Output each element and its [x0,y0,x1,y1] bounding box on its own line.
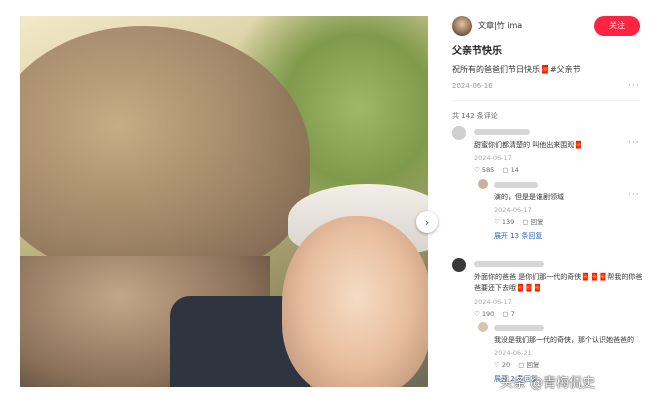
comment-text: 甜蜜你们都清楚的 叫他出来围观🧧 [474,141,583,149]
reply-stats: ♡ 20 ▢ 回复 [494,360,540,371]
comment-likes: 190 [481,310,495,318]
post-detail-panel: 文章|竹 ima 关注 父亲节快乐 祝所有的爸爸们节日快乐🧧#父亲节 2024-… [446,8,646,398]
reply-username[interactable] [494,325,544,331]
reply-avatar[interactable] [478,322,488,332]
post-body: 祝所有的爸爸们节日快乐🧧#父亲节 [452,65,581,74]
post-date: 2024-06-16 [452,82,493,90]
reply-date: 2024-06-21 [494,349,532,357]
reply-likes: 20 [501,361,511,369]
reply-avatar[interactable] [478,179,488,189]
reply-action[interactable]: 回复 [527,361,540,369]
comment-more-icon[interactable]: ··· [628,138,640,149]
author-name[interactable]: 文章|竹 ima [478,20,522,31]
reply-more-icon[interactable]: ··· [628,190,640,201]
photo-child-face [282,216,428,387]
author-row: 文章|竹 ima 关注 [446,16,646,38]
comment-replies: 14 [510,166,519,174]
post-more-icon[interactable]: ··· [628,81,640,92]
comment-bubble-icon[interactable]: ▢ [522,218,528,226]
comment-more-icon[interactable]: ··· [628,270,640,281]
heart-icon[interactable]: ♡ [474,310,480,318]
comment-bubble-icon[interactable]: ▢ [518,361,524,369]
heart-icon[interactable]: ♡ [474,166,480,174]
comment-text-line2: 爸要还下去哦🧧🧧🧧 [474,284,543,292]
comment-avatar[interactable] [452,126,466,140]
reply-stats: ♡ 139 ▢ 回复 [494,217,544,228]
author-avatar[interactable] [452,16,472,36]
heart-icon[interactable]: ♡ [494,361,500,369]
comment-avatar[interactable] [452,258,466,272]
comment-bubble-icon[interactable]: ▢ [502,310,508,318]
chevron-right-icon: › [424,215,430,229]
comment-stats: ♡ 190 ▢ 7 [474,309,515,320]
reply-action[interactable]: 回复 [531,218,544,226]
reply-likes: 139 [501,218,515,226]
comment-replies: 7 [510,310,515,318]
comment-date: 2024-06-17 [474,298,512,306]
reply-date: 2024-06-17 [494,206,532,214]
post-photo[interactable] [20,16,428,387]
comment-likes: 585 [481,166,495,174]
reply-more-icon[interactable]: ··· [628,333,640,344]
heart-icon[interactable]: ♡ [494,218,500,226]
divider [452,100,640,101]
reply-username[interactable] [494,182,538,188]
comment-date: 2024-06-17 [474,154,512,162]
post-title: 父亲节快乐 [452,46,502,57]
comment-text-line1: 外面你的爸爸 是你们那一代的奇侠🧧🧧🧧帮我的你爸 [474,273,643,281]
comment-stats: ♡ 585 ▢ 14 [474,165,519,176]
comment-username[interactable] [474,129,530,135]
follow-button[interactable]: 关注 [594,16,640,36]
comment-bubble-icon[interactable]: ▢ [502,166,508,174]
next-image-button[interactable]: › [416,211,438,233]
reply-text: 我没是我们那一代的奇侠，那个认识她爸爸的 [494,336,634,344]
reply-text: 演的，但是是谁剧领域 [494,193,564,201]
watermark: 头条 @青梅侃史 [500,376,596,391]
comments-count: 共 142 条评论 [452,112,498,120]
expand-replies-link[interactable]: 展开 13 条回复 [494,231,542,242]
comment-username[interactable] [474,261,544,267]
